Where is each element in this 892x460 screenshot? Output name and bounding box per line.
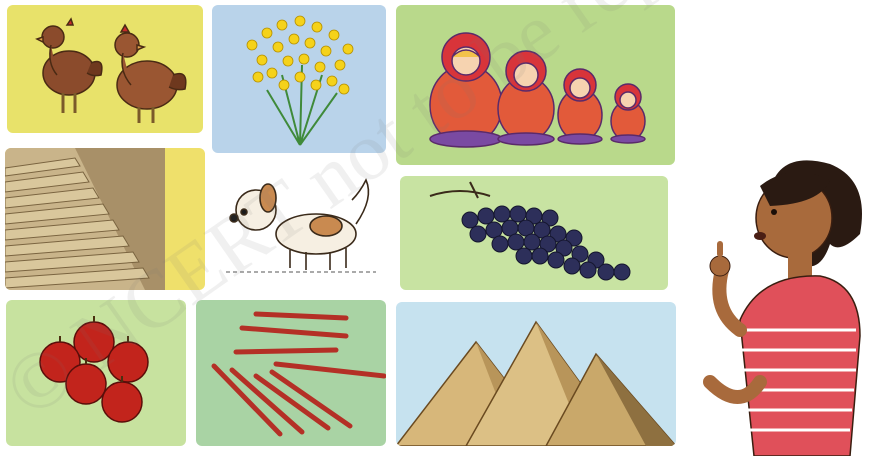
nesting-dolls-picture: [396, 5, 675, 165]
dog-picture: [216, 168, 388, 280]
flower-bouquet-picture: [212, 5, 386, 153]
doll-3: [557, 68, 603, 145]
staircase-picture: [5, 148, 205, 290]
hens-picture: [7, 5, 203, 133]
hen-1: [35, 17, 103, 113]
doll-4: [610, 83, 646, 144]
pyramids-picture: [396, 302, 676, 446]
hen-2: [114, 23, 187, 123]
apples-picture: [6, 300, 186, 446]
doll-2: [497, 50, 555, 146]
pencils-picture: [196, 300, 386, 446]
doll-1: [429, 32, 503, 148]
girl-thinking-illustration: [690, 150, 892, 457]
grapes-picture: [400, 176, 668, 290]
